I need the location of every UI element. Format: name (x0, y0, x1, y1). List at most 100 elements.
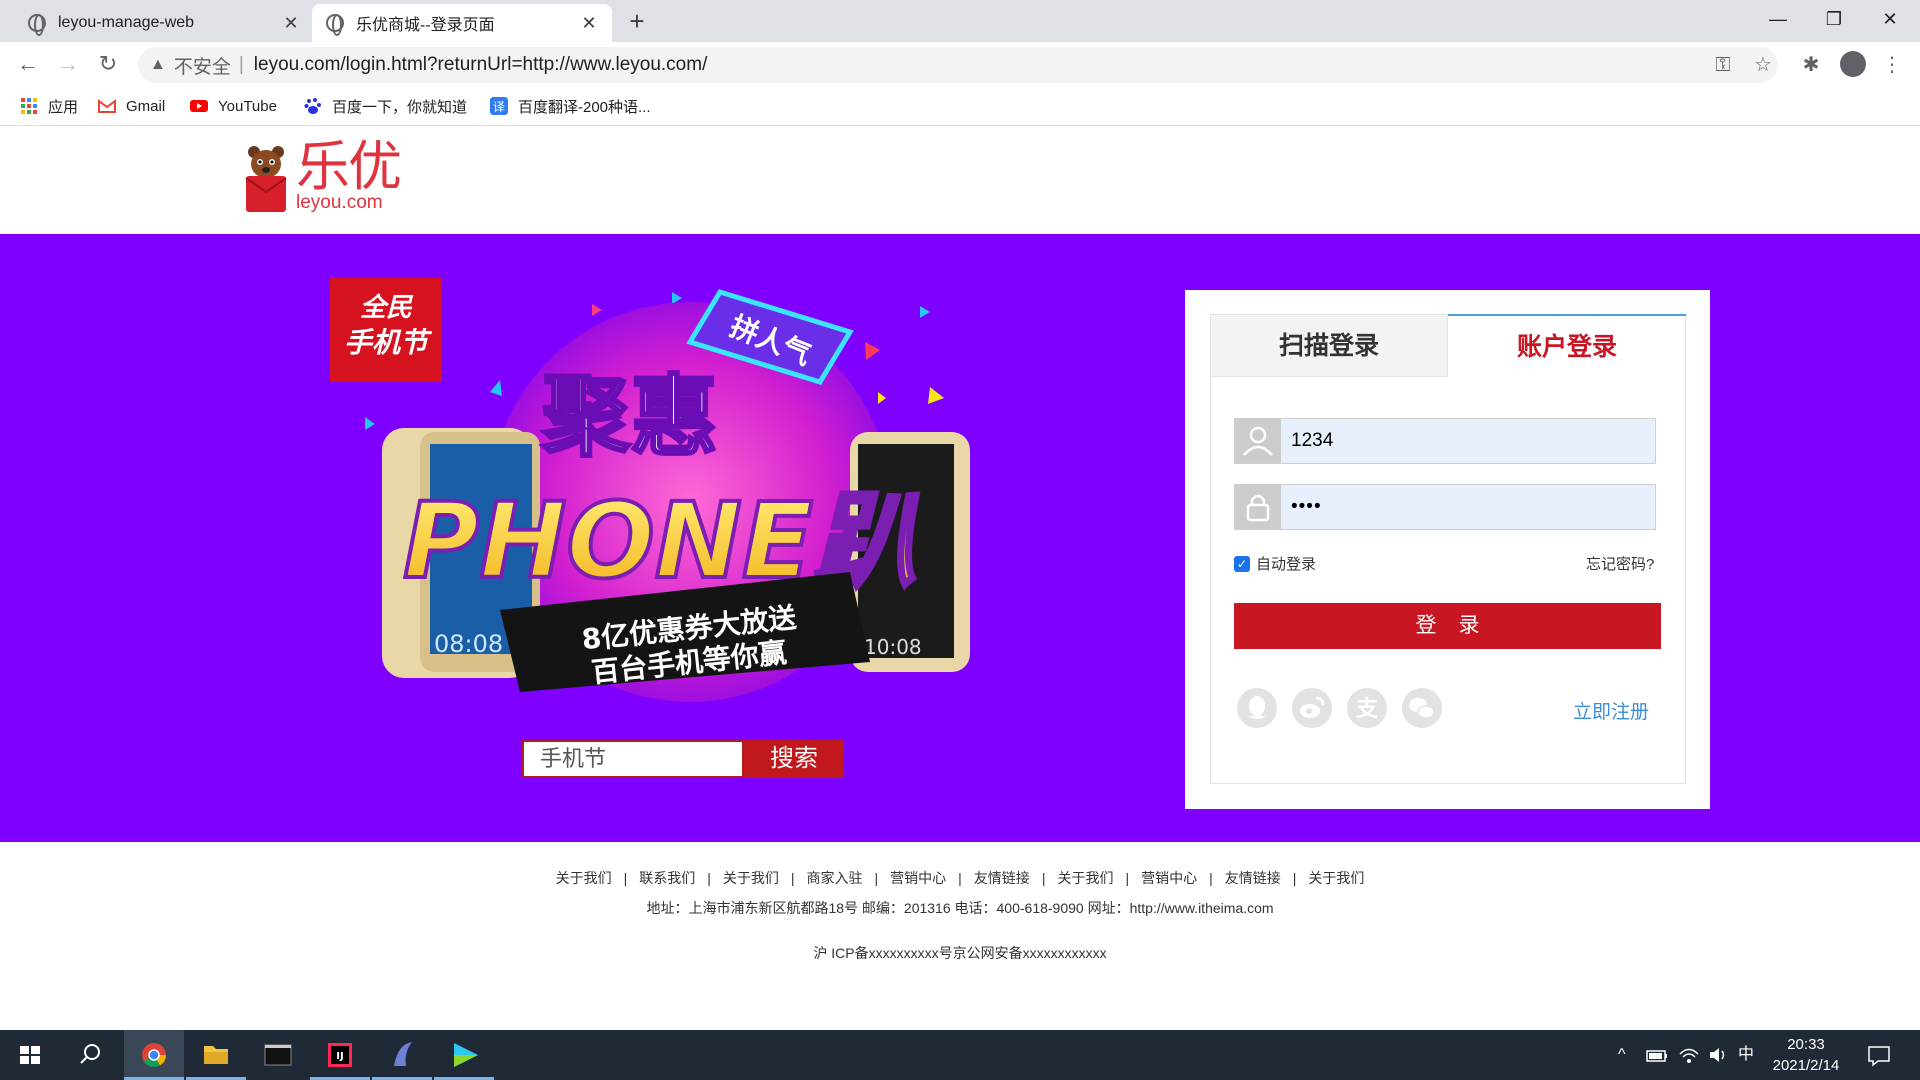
clock-date: 2021/2/14 (1772, 1057, 1840, 1074)
bookmark-label: YouTube (218, 97, 277, 115)
dolphin-icon (394, 1042, 412, 1066)
register-link[interactable]: 立即注册 (1573, 697, 1649, 724)
tab-label: leyou-manage-web (58, 14, 195, 31)
reload-button[interactable]: ↻ (92, 48, 124, 80)
taskbar-dolphin-app[interactable] (372, 1030, 432, 1080)
clock-time: 20:33 (1787, 1036, 1825, 1053)
window-close-button[interactable]: ✕ (1862, 0, 1918, 38)
footer-link[interactable]: 关于我们 (1045, 870, 1125, 886)
profile-avatar-icon[interactable] (1840, 51, 1866, 77)
forgot-password-link[interactable]: 忘记密码? (1586, 553, 1654, 574)
badge-text-2: 手机节 (344, 326, 433, 359)
alipay-icon[interactable]: 支 (1347, 688, 1387, 728)
lock-icon (1235, 485, 1281, 529)
tab-leyou-manage-web[interactable]: leyou-manage-web ✕ (14, 4, 314, 42)
chrome-icon (142, 1043, 166, 1068)
close-icon[interactable]: ✕ (282, 13, 300, 34)
terminal-icon (264, 1044, 292, 1066)
qq-icon[interactable] (1237, 688, 1277, 728)
user-icon (1235, 419, 1281, 463)
taskbar-chrome[interactable] (124, 1030, 184, 1080)
svg-text:IJ: IJ (336, 1051, 343, 1062)
battery-icon[interactable] (1646, 1042, 1668, 1068)
footer-icp: 沪 ICP备xxxxxxxxxx号京公网安备xxxxxxxxxxxx (813, 945, 1107, 961)
checkbox-checked-icon[interactable]: ✓ (1234, 555, 1250, 572)
bookmark-apps[interactable]: 应用 (20, 92, 78, 120)
bookmark-baidu-translate[interactable]: 译 百度翻译-200种语... (490, 92, 651, 120)
tab-scan-login[interactable]: 扫描登录 (1211, 315, 1448, 377)
search-icon[interactable] (60, 1030, 120, 1080)
footer-link[interactable]: 友情链接 (962, 870, 1042, 886)
close-icon[interactable]: ✕ (580, 13, 598, 34)
taskbar-intellij[interactable]: IJ (310, 1030, 370, 1080)
taskbar-clock[interactable]: 20:33 2021/2/14 (1766, 1034, 1846, 1076)
auto-login-checkbox[interactable]: ✓ 自动登录 (1234, 553, 1316, 574)
weibo-icon[interactable] (1292, 688, 1332, 728)
footer-links: 关于我们 | 联系我们 | 关于我们 | 商家入驻 | 营销中心 | 友情链接 | 关于我们 | 营销中心 |… (0, 868, 1920, 888)
footer-link[interactable]: 关于我们 (711, 870, 791, 886)
menu-dots-icon[interactable]: ⋮ (1882, 50, 1902, 80)
taskbar-player[interactable] (434, 1030, 494, 1080)
globe-icon (326, 14, 344, 36)
security-label[interactable]: 不安全 (174, 52, 231, 79)
bookmark-label: 百度一下，你就知道 (332, 98, 468, 116)
star-icon[interactable]: ☆ (1750, 52, 1776, 78)
promo-search-button[interactable]: 搜索 (744, 740, 844, 778)
footer-link[interactable]: 商家入驻 (795, 870, 875, 886)
username-field[interactable]: 1234 (1234, 418, 1656, 464)
footer-link[interactable]: 联系我们 (627, 870, 707, 886)
footer-link[interactable]: 营销中心 (1129, 870, 1209, 886)
ime-indicator[interactable]: 中 (1738, 1042, 1754, 1068)
footer-link[interactable]: 关于我们 (1296, 870, 1376, 886)
warning-icon: ▲ (150, 56, 166, 73)
minimize-button[interactable]: — (1750, 0, 1806, 38)
bookmark-label: 百度翻译-200种语... (518, 98, 651, 116)
svg-text:支: 支 (1356, 697, 1379, 722)
back-button[interactable]: ← (12, 48, 44, 80)
promo-banner: 全民 手机节 08:08 10:08 拼人气 聚惠 PHONE趴 8亿优惠券大放… (330, 278, 970, 702)
tab-label: 乐优商城--登录页面 (356, 17, 495, 34)
tab-account-login[interactable]: 账户登录 (1448, 314, 1686, 376)
headline-text: 聚惠 (541, 365, 718, 468)
footer-address: 地址：上海市浦东新区航都路18号 邮编：201316 电话：400-618-90… (646, 900, 1274, 916)
taskbar-file-explorer[interactable] (186, 1030, 246, 1080)
svg-text:译: 译 (493, 100, 505, 114)
badge-text-1: 全民 (360, 293, 414, 323)
taskbar-terminal[interactable] (248, 1030, 308, 1080)
password-field[interactable]: •••• (1234, 484, 1656, 530)
baidu-paw-icon (304, 98, 321, 114)
phone-time-right: 10:08 (864, 635, 922, 659)
chevron-up-icon[interactable]: ^ (1618, 1042, 1626, 1068)
password-value: •••• (1291, 496, 1322, 517)
notification-icon[interactable] (1866, 1042, 1892, 1068)
speaker-icon[interactable] (1708, 1042, 1730, 1068)
logo-chinese-text[interactable]: 乐优 (296, 138, 402, 196)
bookmark-youtube[interactable]: YouTube (190, 92, 277, 120)
footer-link[interactable]: 关于我们 (544, 870, 624, 886)
logo-domain-text[interactable]: leyou.com (296, 192, 383, 214)
extensions-icon[interactable]: ✱ (1798, 52, 1824, 78)
login-submit-button[interactable]: 登录 (1234, 603, 1661, 649)
apps-grid-icon (21, 98, 37, 114)
address-bar[interactable]: ▲ 不安全 | leyou.com/login.html?returnUrl=h… (138, 47, 1778, 83)
forward-button[interactable]: → (52, 48, 84, 80)
bookmark-baidu[interactable]: 百度一下，你就知道 (304, 92, 467, 120)
footer-link[interactable]: 营销中心 (878, 870, 958, 886)
wifi-icon[interactable] (1678, 1042, 1700, 1068)
youtube-icon (190, 100, 208, 112)
wechat-icon[interactable] (1402, 688, 1442, 728)
bookmark-gmail[interactable]: Gmail (98, 92, 165, 120)
tab-login-page[interactable]: 乐优商城--登录页面 ✕ (312, 4, 612, 42)
leyou-mascot-logo[interactable] (244, 144, 288, 214)
username-value: 1234 (1291, 430, 1334, 451)
new-tab-button[interactable]: + (622, 6, 652, 36)
key-icon[interactable]: ⚿ (1710, 52, 1736, 78)
windows-start-icon[interactable] (0, 1030, 60, 1080)
gmail-icon (98, 99, 116, 113)
footer-link[interactable]: 友情链接 (1213, 870, 1293, 886)
auto-login-label: 自动登录 (1256, 556, 1317, 573)
url-text[interactable]: leyou.com/login.html?returnUrl=http://ww… (254, 54, 708, 76)
restore-button[interactable]: ❐ (1806, 0, 1862, 38)
phone-time-left: 08:08 (434, 630, 503, 658)
promo-search-input[interactable]: 手机节 (522, 740, 744, 778)
